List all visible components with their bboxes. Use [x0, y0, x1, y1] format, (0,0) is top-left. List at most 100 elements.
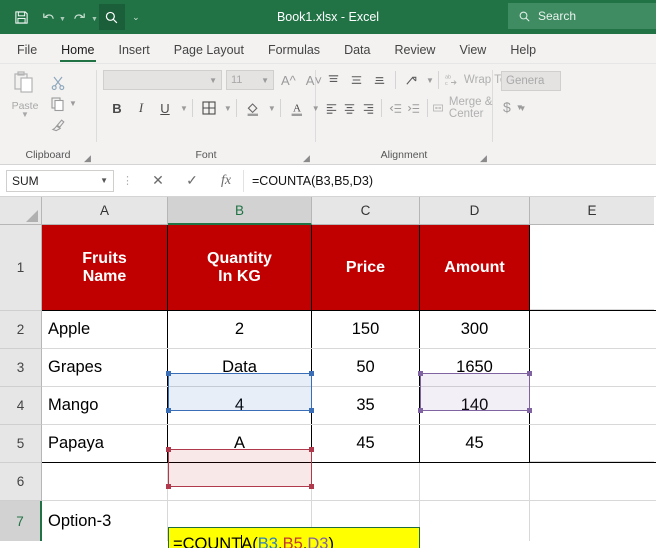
cell-E7[interactable] [530, 501, 654, 541]
copy-dropdown-icon[interactable]: ▼ [69, 99, 77, 108]
cell-E1[interactable] [530, 225, 654, 310]
select-all-button[interactable] [0, 197, 42, 225]
cell-A3[interactable]: Grapes [42, 349, 168, 386]
search-icon[interactable] [98, 4, 125, 30]
column-header-b[interactable]: B [168, 197, 312, 225]
cell-C3[interactable]: 50 [312, 349, 420, 386]
cancel-formula-button[interactable]: ✕ [141, 172, 175, 189]
cell-D7[interactable] [420, 501, 530, 541]
row-header-6[interactable]: 6 [0, 463, 42, 501]
row-header-1[interactable]: 1 [0, 225, 42, 311]
cell-C1[interactable]: Price [312, 225, 420, 310]
undo-icon[interactable] [35, 4, 61, 30]
cell-E3[interactable] [530, 349, 654, 386]
tab-review[interactable]: Review [383, 39, 446, 63]
tab-formulas[interactable]: Formulas [257, 39, 331, 63]
accounting-format-button[interactable]: $ [503, 99, 511, 115]
copy-button[interactable]: ▼ [50, 94, 77, 113]
font-size-dropdown-icon[interactable]: ▼ [261, 76, 269, 85]
orientation-dropdown-icon[interactable]: ▼ [426, 76, 434, 85]
align-middle-button[interactable] [345, 69, 368, 91]
cell-C4[interactable]: 35 [312, 387, 420, 424]
tab-insert[interactable]: Insert [108, 39, 161, 63]
row-header-5[interactable]: 5 [0, 425, 42, 463]
paste-button[interactable]: Paste ▼ [0, 69, 50, 119]
alignment-dialog-launcher-icon[interactable]: ◢ [479, 154, 488, 163]
tab-file[interactable]: File [6, 39, 48, 63]
cell-A1[interactable]: Fruits Name [42, 225, 168, 310]
cell-A6[interactable] [42, 463, 168, 500]
tab-help[interactable]: Help [499, 39, 547, 63]
underline-dropdown-icon[interactable]: ▼ [180, 104, 188, 113]
redo-icon[interactable] [67, 4, 93, 30]
cell-E2[interactable] [530, 311, 654, 348]
cell-B2[interactable]: 2 [168, 311, 312, 348]
cell-D1[interactable]: Amount [420, 225, 530, 310]
name-box[interactable]: SUM ▼ [6, 169, 114, 192]
tab-home[interactable]: Home [50, 39, 105, 63]
cell-A5[interactable]: Papaya [42, 425, 168, 462]
align-bottom-button[interactable] [368, 69, 391, 91]
cell-B3[interactable]: Data [168, 349, 312, 386]
undo-dropdown-icon[interactable]: ▼ [59, 16, 66, 23]
font-size-input[interactable]: 11 ▼ [226, 70, 274, 90]
name-box-dropdown-icon[interactable]: ▼ [100, 176, 108, 185]
redo-dropdown-icon[interactable]: ▼ [91, 16, 98, 23]
tab-view[interactable]: View [448, 39, 497, 63]
cell-A7[interactable]: Option-3 [42, 501, 168, 541]
active-cell-b7-editor[interactable]: =COUNT A(B3, B5, D3) [168, 527, 420, 548]
cell-C2[interactable]: 150 [312, 311, 420, 348]
customize-quick-access-icon[interactable]: ⌄ [126, 4, 146, 30]
borders-button[interactable] [197, 97, 221, 119]
row-header-2[interactable]: 2 [0, 311, 42, 349]
cell-A4[interactable]: Mango [42, 387, 168, 424]
cell-A2[interactable]: Apple [42, 311, 168, 348]
tab-page-layout[interactable]: Page Layout [163, 39, 255, 63]
decrease-indent-button[interactable] [386, 97, 404, 119]
insert-function-button[interactable]: fx [209, 173, 243, 189]
align-top-button[interactable] [322, 69, 345, 91]
cell-C6[interactable] [312, 463, 420, 500]
row-header-7[interactable]: 7 [0, 501, 42, 541]
number-format-select[interactable]: Genera [501, 71, 561, 91]
borders-dropdown-icon[interactable]: ▼ [224, 104, 232, 113]
orientation-button[interactable] [400, 69, 423, 91]
font-dialog-launcher-icon[interactable]: ◢ [302, 154, 311, 163]
font-name-input[interactable]: ▼ [103, 70, 222, 90]
cell-D3[interactable]: 1650 [420, 349, 530, 386]
cut-button[interactable] [50, 73, 77, 92]
enter-formula-button[interactable]: ✓ [175, 172, 209, 189]
cell-D2[interactable]: 300 [420, 311, 530, 348]
align-left-button[interactable] [322, 97, 340, 119]
bold-button[interactable]: B [105, 97, 129, 119]
column-header-d[interactable]: D [420, 197, 530, 225]
cell-B5[interactable]: A [168, 425, 312, 462]
cell-E5[interactable] [530, 425, 654, 462]
italic-button[interactable]: I [129, 97, 153, 119]
fill-color-dropdown-icon[interactable]: ▼ [268, 104, 276, 113]
increase-font-size-button[interactable]: A^ [278, 73, 299, 88]
search-input[interactable]: Search [508, 3, 656, 29]
cell-D4[interactable]: 140 [420, 387, 530, 424]
cell-E6[interactable] [530, 463, 654, 500]
cell-B4[interactable]: 4 [168, 387, 312, 424]
column-header-c[interactable]: C [312, 197, 420, 225]
underline-button[interactable]: U [153, 97, 177, 119]
column-header-a[interactable]: A [42, 197, 168, 225]
align-center-button[interactable] [340, 97, 358, 119]
cell-C5[interactable]: 45 [312, 425, 420, 462]
font-name-dropdown-icon[interactable]: ▼ [209, 76, 217, 85]
paste-dropdown-icon[interactable]: ▼ [21, 110, 29, 119]
formula-input[interactable]: =COUNTA(B3,B5,D3) [243, 169, 656, 192]
accounting-dropdown-icon[interactable]: ▼ [516, 103, 524, 112]
row-header-3[interactable]: 3 [0, 349, 42, 387]
save-icon[interactable] [8, 4, 34, 30]
cell-E4[interactable] [530, 387, 654, 424]
tab-data[interactable]: Data [333, 39, 381, 63]
fill-color-button[interactable] [241, 97, 265, 119]
cell-D5[interactable]: 45 [420, 425, 530, 462]
increase-indent-button[interactable] [405, 97, 423, 119]
cell-B1[interactable]: Quantity In KG [168, 225, 312, 310]
font-color-button[interactable]: A [285, 97, 309, 119]
format-painter-button[interactable] [50, 115, 77, 134]
